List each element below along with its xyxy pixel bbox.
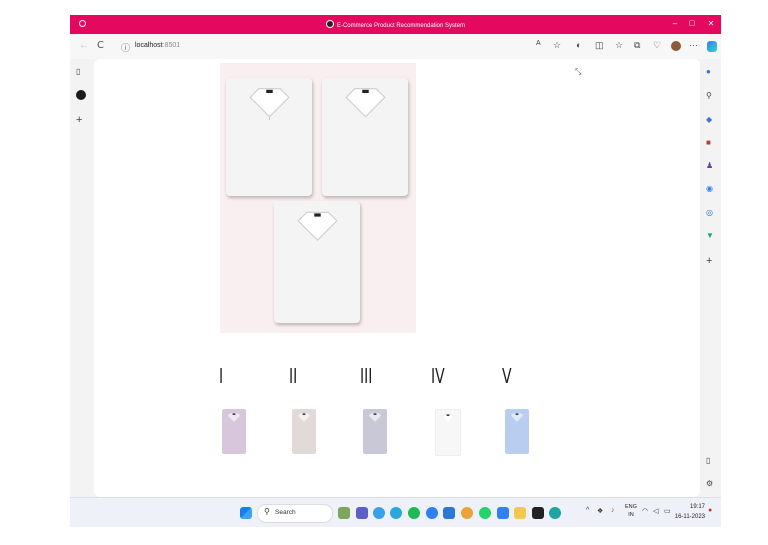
favicon-icon [325,20,334,28]
whatsapp-icon[interactable] [479,507,491,519]
shopping-bag-icon[interactable]: ■ [706,138,711,147]
tab-actions-icon[interactable]: ▯ [76,67,80,76]
streamlit-app-content: ⤡ I II III IV V [94,59,700,497]
maximize-button[interactable]: ▢ [685,19,699,27]
collections-icon[interactable]: ⧉ [634,40,640,51]
minimize-button[interactable]: – [668,19,682,28]
notification-bell-icon[interactable]: ● [708,507,712,514]
teams-icon[interactable] [356,507,368,519]
search-icon[interactable]: ⚲ [706,91,712,100]
games-icon[interactable]: ♟ [706,161,713,170]
selected-product-image [220,63,416,333]
refresh-button[interactable]: C [97,40,104,51]
fullscreen-expand-icon[interactable]: ⤡ [575,67,581,77]
terminal-icon[interactable] [532,507,544,519]
settings-gear-icon[interactable]: ⚙ [706,479,713,488]
copilot-icon[interactable] [707,41,717,52]
microphone-icon[interactable]: ♪ [611,507,615,514]
recommendation-image-2[interactable] [292,409,316,454]
info-icon[interactable]: ⓘ [121,41,130,54]
tag-icon[interactable]: ◆ [706,115,712,124]
onedrive-icon[interactable] [373,507,385,519]
windows-taskbar: ⚲ Search ^ ❖ ♪ ENG IN ◠ ◁ ▭ 19:17 16-11-20… [70,497,721,527]
sidebar-toggle-icon[interactable]: ▯ [706,456,710,465]
recommendation-label-4: IV [431,364,445,388]
recommendation-label-1: I [219,364,224,388]
edge-sidebar: ● ⚲ ◆ ■ ♟ ◉ ◎ ▼ + ▯ ⚙ [701,59,721,497]
vscode-icon[interactable] [443,507,455,519]
edge-browser-active-icon[interactable] [549,507,561,519]
shirt-graphic [322,78,408,196]
notification-bell-icon[interactable]: ● [706,67,711,76]
browser-essentials-icon[interactable]: ♡ [653,40,661,51]
show-hidden-icons-chevron-icon[interactable]: ^ [586,507,589,514]
system-clock[interactable]: 19:17 16-11-2023 [673,502,705,522]
title-bar: E-Commerce Product Recommendation System… [70,15,721,34]
extension-tray-icon[interactable]: ❖ [597,507,603,515]
recommendation-label-2: II [289,364,298,388]
word-icon[interactable] [497,507,509,519]
vertical-tabs-sidebar: ▯ + [70,59,92,497]
volume-icon[interactable]: ◁ [653,507,658,515]
split-screen-icon[interactable]: ◫ [595,40,604,51]
window-title: E-Commerce Product Recommendation System [70,20,721,29]
recommendation-image-1[interactable] [222,409,246,454]
recommendation-label-3: III [360,364,373,388]
language-indicator[interactable]: ENG IN [625,503,637,519]
battery-icon[interactable]: ▭ [664,507,671,515]
wifi-icon[interactable]: ◠ [642,507,648,515]
recommendation-image-4[interactable] [435,409,461,456]
browser-toolbar: ← C ⓘ localhost:8501 A ☆ ◐ ◫ ☆ ⧉ ♡ ··· [70,34,721,59]
favorites-icon[interactable]: ☆ [615,40,623,51]
browser-window: E-Commerce Product Recommendation System… [70,15,721,527]
file-explorer-icon[interactable] [514,507,526,519]
microsoft-365-icon[interactable]: ◉ [706,184,713,193]
add-sidebar-app-button[interactable]: + [706,255,712,267]
favorite-star-icon[interactable]: ☆ [553,40,561,51]
shirt-graphic [274,201,360,323]
back-button[interactable]: ← [79,40,89,51]
active-tab-icon[interactable] [76,90,86,100]
chrome-icon[interactable] [461,507,473,519]
recommendation-label-5: V [502,364,512,388]
recommendation-image-3[interactable] [363,409,387,454]
more-menu-button[interactable]: ··· [689,40,698,50]
address-bar[interactable]: ⓘ localhost:8501 [115,39,585,54]
start-button-icon[interactable] [240,507,252,519]
widgets-icon[interactable] [338,507,350,519]
outlook-icon[interactable]: ◎ [706,208,713,217]
new-tab-button[interactable]: + [76,114,82,126]
close-button[interactable]: ✕ [704,19,718,28]
drop-icon[interactable]: ▼ [706,231,714,240]
recommendation-image-5[interactable] [505,409,529,454]
spotify-icon[interactable] [408,507,420,519]
search-icon: ⚲ [264,507,270,516]
edge-icon[interactable] [426,507,438,519]
extension-icon[interactable]: ◐ [576,40,581,50]
address-url: localhost:8501 [135,42,181,49]
taskbar-search-box[interactable]: ⚲ Search [257,504,333,523]
read-aloud-button[interactable]: A [536,40,541,47]
telegram-icon[interactable] [390,507,402,519]
shirt-graphic [226,78,312,196]
profile-avatar[interactable] [671,41,681,51]
